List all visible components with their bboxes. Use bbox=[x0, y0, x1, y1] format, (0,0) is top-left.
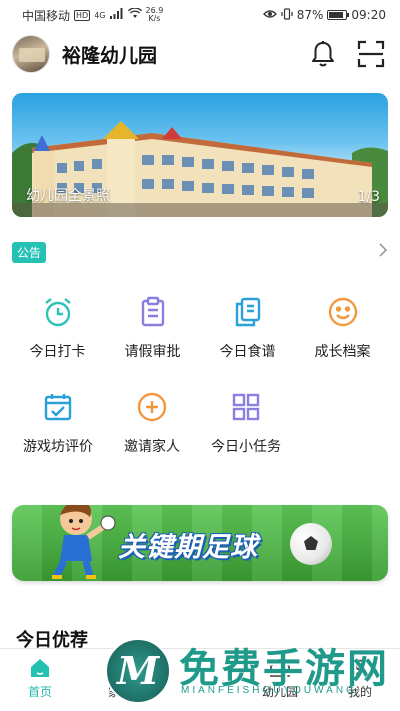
alarm-clock-icon bbox=[41, 295, 75, 329]
tab-mine[interactable]: 我的 bbox=[320, 649, 400, 711]
feature-label: 今日小任务 bbox=[211, 439, 281, 455]
school-name: 裕隆幼儿园 bbox=[62, 44, 158, 67]
eye-icon bbox=[262, 8, 277, 22]
feature-label: 今日食谱 bbox=[219, 344, 276, 360]
scan-icon[interactable] bbox=[354, 37, 388, 71]
promo-title: 关键期足球 bbox=[118, 532, 258, 563]
feature-daily-menu[interactable]: 今日食谱 bbox=[202, 295, 294, 390]
football-promo-banner[interactable]: 关键期足球 bbox=[12, 505, 388, 581]
tab-kindergarten[interactable]: 幼儿园 bbox=[240, 649, 320, 711]
feature-game-review[interactable]: 游戏坊评价 bbox=[12, 390, 104, 485]
school-avatar[interactable] bbox=[12, 35, 50, 73]
bottom-tab-bar: 首页 家园 幼儿园 我的 bbox=[0, 648, 400, 711]
feature-label: 邀请家人 bbox=[124, 439, 180, 455]
soccer-ball-icon bbox=[290, 523, 332, 565]
feature-label: 请假审批 bbox=[124, 344, 181, 360]
battery-icon bbox=[327, 10, 350, 20]
notice-badge: 公告 bbox=[12, 241, 47, 263]
tab-label: 我的 bbox=[347, 685, 372, 699]
feature-label: 成长档案 bbox=[314, 344, 371, 360]
tab-family[interactable]: 家园 bbox=[80, 649, 160, 711]
feature-label: 今日打卡 bbox=[29, 344, 86, 360]
feature-invite-family[interactable]: 邀请家人 bbox=[106, 390, 198, 485]
tab-home[interactable]: 首页 bbox=[0, 649, 80, 711]
status-left: 中国移动 HD 4G 26.9 K/s bbox=[22, 7, 163, 24]
carrier-name: 中国移动 bbox=[22, 8, 71, 23]
net-speed: 26.9 K/s bbox=[146, 7, 164, 23]
feature-row: 游戏坊评价 邀请家人 今日小任务 bbox=[0, 390, 400, 485]
battery-percent: 87% bbox=[296, 8, 324, 22]
feature-growth-record[interactable]: 成长档案 bbox=[297, 295, 389, 390]
tab-label: 首页 bbox=[27, 685, 52, 699]
notification-bell-icon[interactable] bbox=[306, 37, 340, 71]
grid-icon bbox=[229, 390, 263, 424]
wifi-icon bbox=[127, 7, 142, 22]
documents-icon bbox=[231, 295, 265, 329]
net-speed-unit: K/s bbox=[148, 14, 161, 23]
family-icon bbox=[107, 655, 133, 681]
center-tab-icon bbox=[187, 655, 213, 681]
signal-indicator: 4G bbox=[94, 10, 106, 20]
clock-time: 09:20 bbox=[351, 8, 386, 22]
feature-leave-approval[interactable]: 请假审批 bbox=[107, 295, 199, 390]
feature-daily-checkin[interactable]: 今日打卡 bbox=[12, 295, 104, 390]
tab-label: 家园 bbox=[107, 685, 132, 699]
banner-caption: 幼儿园全景照 bbox=[26, 188, 110, 204]
feature-daily-task[interactable]: 今日小任务 bbox=[200, 390, 292, 485]
vibrate-icon bbox=[281, 7, 293, 23]
signal-bars-icon bbox=[109, 8, 124, 22]
clipboard-icon bbox=[136, 295, 170, 329]
banner-page-indicator: 1/3 bbox=[357, 189, 380, 205]
hd-badge: HD bbox=[74, 9, 91, 21]
feature-label: 游戏坊评价 bbox=[23, 439, 93, 455]
notice-bar[interactable]: 公告 bbox=[12, 239, 388, 265]
home-icon bbox=[27, 655, 53, 681]
status-bar: 中国移动 HD 4G 26.9 K/s 87% 09:20 bbox=[0, 0, 400, 30]
user-icon bbox=[347, 655, 373, 681]
feature-grid: 今日打卡 请假审批 今日食谱 成长档案 游戏坊评价 邀请家人 今日小任务 bbox=[0, 295, 400, 485]
status-right: 87% 09:20 bbox=[262, 7, 386, 23]
chevron-right-icon[interactable] bbox=[378, 242, 388, 263]
feature-row: 今日打卡 请假审批 今日食谱 成长档案 bbox=[0, 295, 400, 390]
battery-level bbox=[329, 12, 344, 18]
tab-label: 幼儿园 bbox=[261, 685, 298, 699]
plus-circle-icon bbox=[135, 390, 169, 424]
calendar-check-icon bbox=[41, 390, 75, 424]
banner-carousel[interactable]: 幼儿园全景照 1/3 bbox=[12, 93, 388, 217]
tab-center[interactable] bbox=[160, 649, 240, 711]
smile-icon bbox=[326, 295, 360, 329]
school-icon bbox=[267, 655, 293, 681]
app-header: 裕隆幼儿园 bbox=[0, 30, 400, 78]
